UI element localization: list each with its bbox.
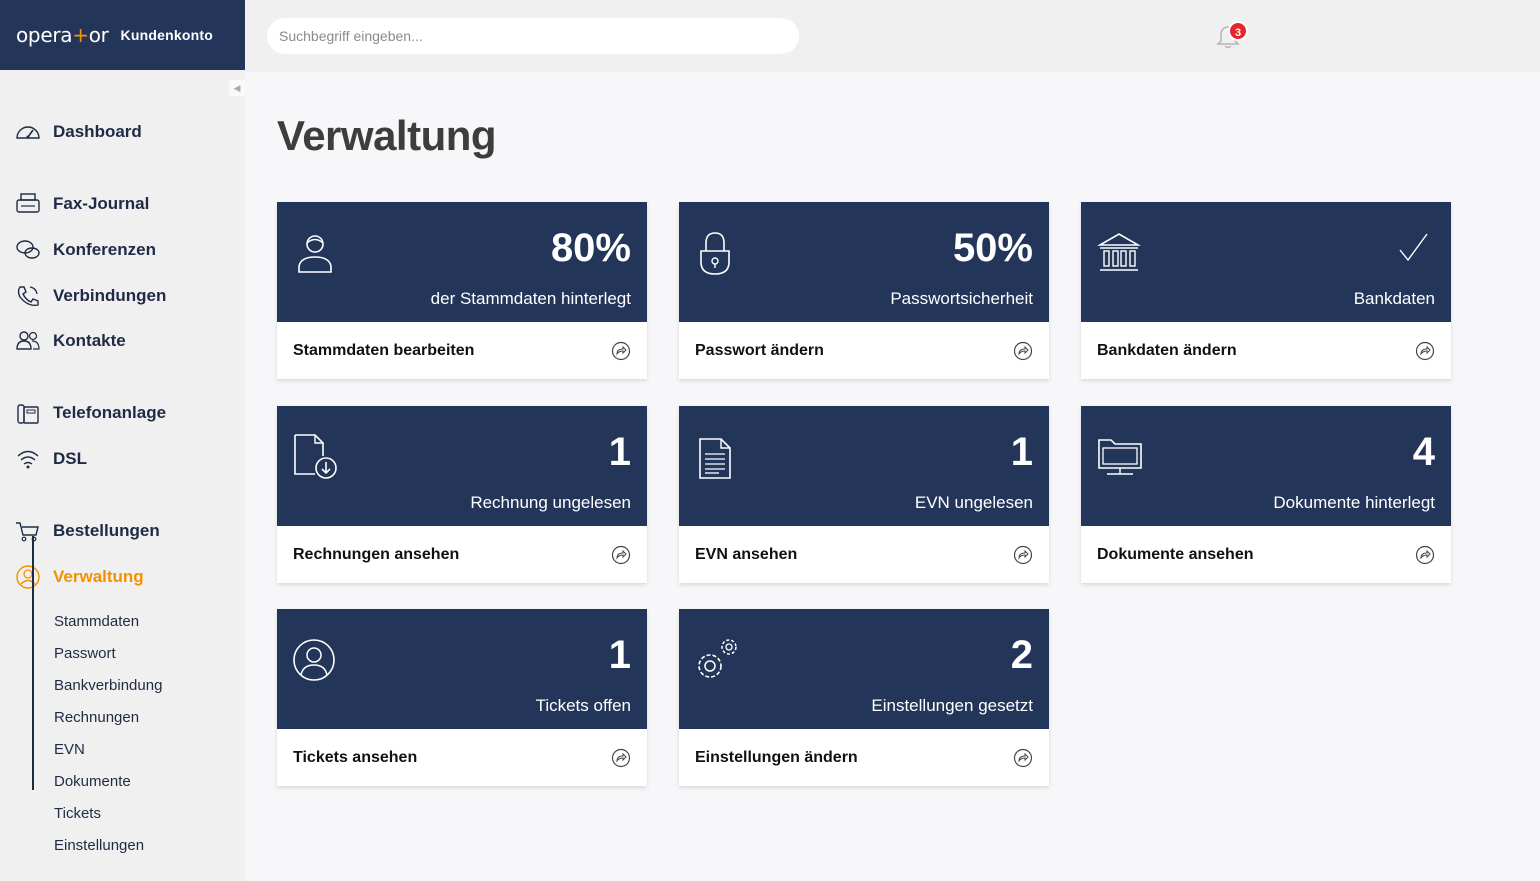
sidebar-item-dashboard[interactable]: Dashboard — [14, 117, 142, 147]
card-value: 2 — [1010, 633, 1033, 677]
sidebar-item-kontakte[interactable]: Kontakte — [14, 326, 126, 356]
card-value: 50% — [952, 226, 1033, 270]
arrow-circle-icon — [1013, 341, 1033, 360]
card-caption: Einstellungen gesetzt — [871, 696, 1033, 715]
search-input[interactable] — [267, 18, 799, 54]
card-action[interactable]: Tickets ansehen — [277, 729, 647, 786]
wifi-icon — [17, 450, 39, 469]
card-header: 80% der Stammdaten hinterlegt — [277, 202, 647, 322]
invoice-download-icon — [294, 434, 337, 479]
logo: opera+or — [16, 23, 109, 47]
arrow-circle-icon — [1013, 545, 1033, 564]
card-caption: Dokumente hinterlegt — [1273, 493, 1435, 512]
card-action-label: Passwort ändern — [695, 341, 824, 359]
card-action-label: Einstellungen ändern — [695, 748, 858, 766]
card-value: 1 — [1010, 430, 1033, 474]
card-action[interactable]: Stammdaten bearbeiten — [277, 322, 647, 379]
card-action-label: Dokumente ansehen — [1097, 545, 1254, 563]
users-icon — [16, 331, 40, 350]
card-einstellungen[interactable]: 2 Einstellungen gesetzt Einstellungen än… — [679, 609, 1049, 786]
account-title: Kundenkonto — [120, 27, 213, 43]
subnav-item-bankverbindung[interactable]: Bankverbindung — [54, 677, 162, 694]
card-action-label: Tickets ansehen — [293, 748, 418, 766]
speedometer-icon — [16, 126, 40, 139]
card-action-label: Stammdaten bearbeiten — [293, 341, 475, 359]
card-stammdaten[interactable]: 80% der Stammdaten hinterlegt Stammdaten… — [277, 202, 647, 379]
sidebar-item-fax-journal[interactable]: Fax-Journal — [14, 189, 149, 219]
card-header: 2 Einstellungen gesetzt — [679, 609, 1049, 729]
subnav-item-evn[interactable]: EVN — [54, 741, 85, 758]
sidebar-item-telefonanlage[interactable]: Telefonanlage — [14, 398, 166, 428]
card-header: 50% Passwortsicherheit — [679, 202, 1049, 322]
card-tickets[interactable]: 1 Tickets offen Tickets ansehen — [277, 609, 647, 786]
card-dokumente[interactable]: 4 Dokumente hinterlegt Dokumente ansehen — [1081, 406, 1451, 583]
card-bankdaten[interactable]: Bankdaten Bankdaten ändern — [1081, 202, 1451, 379]
arrow-circle-icon — [1415, 341, 1435, 360]
subnav-item-tickets[interactable]: Tickets — [54, 805, 101, 822]
chat-bubbles-icon — [16, 240, 40, 259]
telephone-system-icon — [17, 404, 39, 424]
subnav-item-rechnungen[interactable]: Rechnungen — [54, 709, 139, 726]
collapse-sidebar-icon[interactable]: ◀ — [229, 80, 245, 96]
notification-badge: 3 — [1228, 21, 1248, 41]
card-header: 1 EVN ungelesen — [679, 406, 1049, 526]
card-action[interactable]: Einstellungen ändern — [679, 729, 1049, 786]
card-action[interactable]: Dokumente ansehen — [1081, 526, 1451, 583]
card-action[interactable]: Rechnungen ansehen — [277, 526, 647, 583]
card-caption: Tickets offen — [535, 696, 631, 715]
card-passwort[interactable]: 50% Passwortsicherheit Passwort ändern — [679, 202, 1049, 379]
fax-icon — [16, 193, 40, 213]
card-header: 1 Tickets offen — [277, 609, 647, 729]
card-action[interactable]: Passwort ändern — [679, 322, 1049, 379]
card-evn[interactable]: 1 EVN ungelesen EVN ansehen — [679, 406, 1049, 583]
cart-icon — [16, 522, 39, 542]
user-circle-icon — [16, 565, 40, 589]
sidebar-item-verbindungen[interactable]: Verbindungen — [14, 281, 166, 311]
subnav-item-einstellungen[interactable]: Einstellungen — [54, 837, 144, 854]
arrow-circle-icon — [611, 748, 631, 767]
ticket-user-icon — [293, 639, 335, 681]
bank-icon — [1097, 233, 1141, 271]
card-value: 80% — [550, 226, 631, 270]
card-caption: der Stammdaten hinterlegt — [430, 289, 631, 308]
sidebar-item-bestellungen[interactable]: Bestellungen — [14, 516, 160, 546]
brand-header[interactable]: opera+or Kundenkonto — [0, 0, 245, 70]
card-caption: Passwortsicherheit — [890, 289, 1033, 308]
subnav-line — [32, 536, 34, 790]
subnav-item-dokumente[interactable]: Dokumente — [54, 773, 131, 790]
arrow-circle-icon — [1415, 545, 1435, 564]
arrow-circle-icon — [1013, 748, 1033, 767]
card-header: 4 Dokumente hinterlegt — [1081, 406, 1451, 526]
card-header: Bankdaten — [1081, 202, 1451, 322]
arrow-circle-icon — [611, 341, 631, 360]
card-caption: EVN ungelesen — [914, 493, 1033, 512]
lock-icon — [700, 232, 730, 275]
subnav-item-stammdaten[interactable]: Stammdaten — [54, 613, 139, 630]
card-action-label: Bankdaten ändern — [1097, 341, 1237, 359]
sidebar-item-dsl[interactable]: DSL — [14, 444, 87, 474]
document-icon — [699, 438, 731, 479]
card-caption: Rechnung ungelesen — [470, 493, 631, 512]
folder-monitor-icon — [1098, 439, 1142, 475]
card-value: 1 — [608, 633, 631, 677]
card-header: 1 Rechnung ungelesen — [277, 406, 647, 526]
card-caption: Bankdaten — [1353, 289, 1435, 308]
card-value: 4 — [1412, 430, 1435, 474]
card-action-label: Rechnungen ansehen — [293, 545, 460, 563]
user-icon — [298, 235, 332, 273]
card-rechnungen[interactable]: 1 Rechnung ungelesen Rechnungen ansehen — [277, 406, 647, 583]
phone-call-icon — [17, 286, 39, 307]
top-bar — [245, 0, 1540, 72]
gears-icon — [698, 639, 737, 678]
card-action-label: EVN ansehen — [695, 545, 798, 563]
checkmark-icon — [1399, 233, 1428, 262]
arrow-circle-icon — [611, 545, 631, 564]
page-title: Verwaltung — [277, 112, 497, 159]
card-value: 1 — [608, 430, 631, 474]
subnav-item-passwort[interactable]: Passwort — [54, 645, 116, 662]
sidebar-item-konferenzen[interactable]: Konferenzen — [14, 235, 156, 265]
card-action[interactable]: EVN ansehen — [679, 526, 1049, 583]
card-action[interactable]: Bankdaten ändern — [1081, 322, 1451, 379]
